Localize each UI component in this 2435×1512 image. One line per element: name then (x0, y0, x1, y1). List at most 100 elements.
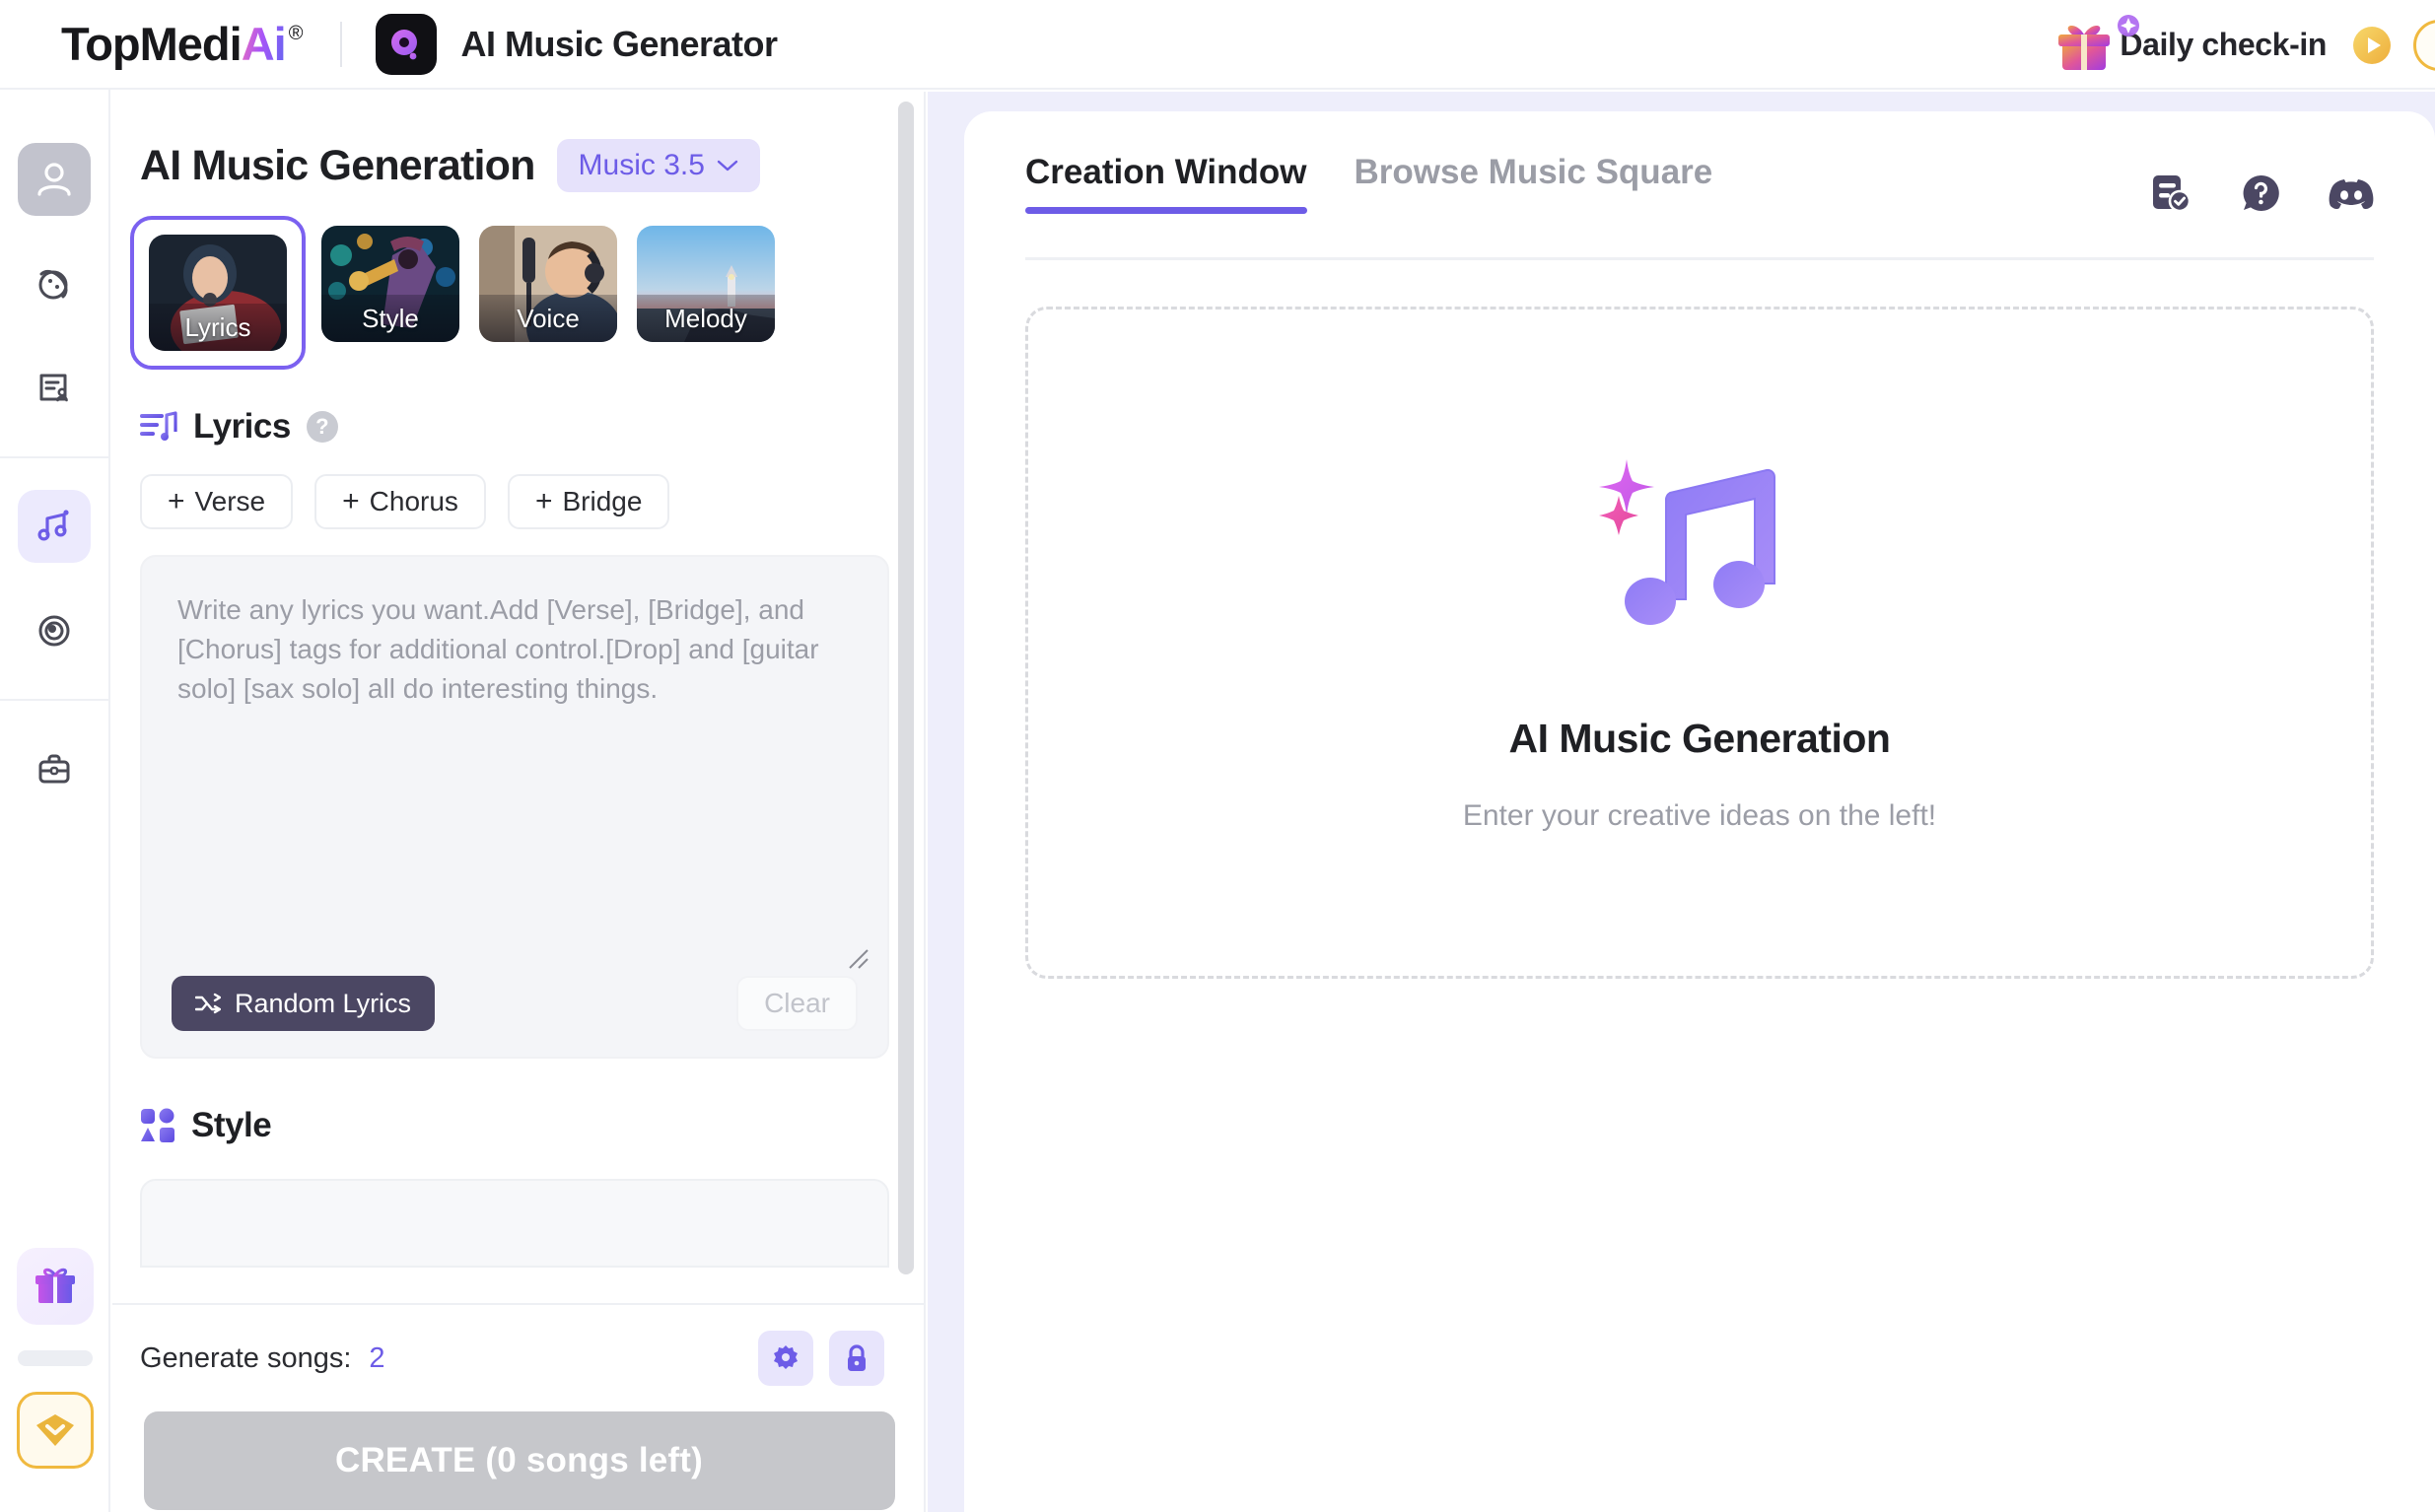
creation-window-card: Creation Window Browse Music Square AI M… (964, 111, 2435, 1512)
model-selector[interactable]: Music 3.5 (556, 139, 760, 192)
add-chorus-button[interactable]: + Chorus (314, 474, 486, 529)
add-chorus-label: Chorus (369, 486, 458, 516)
mode-thumb-voice[interactable]: Voice (479, 226, 617, 342)
mode-thumb-lyrics-label: Lyrics (149, 304, 287, 351)
add-verse-button[interactable]: + Verse (140, 474, 294, 529)
lyrics-section-header: Lyrics ? (140, 407, 924, 447)
discord-icon (2329, 179, 2374, 210)
lyrics-card-footer: Random Lyrics Clear (142, 976, 887, 1057)
mode-thumb-lyrics[interactable]: Lyrics (130, 216, 306, 370)
random-lyrics-label: Random Lyrics (235, 988, 412, 1018)
daily-checkin-label: Daily check-in (2120, 27, 2327, 62)
rewards-button[interactable] (17, 1248, 94, 1325)
add-bridge-label: Bridge (562, 486, 643, 516)
gift-box-icon (35, 1268, 75, 1303)
sidebar-item-account[interactable] (18, 143, 91, 216)
style-section-title: Style (191, 1106, 272, 1144)
generate-songs-count: 2 (369, 1341, 385, 1374)
app-title: AI Music Generator (460, 23, 778, 64)
add-bridge-plus: + (534, 485, 553, 517)
collapse-handle[interactable] (18, 1350, 93, 1366)
rail-divider-2 (0, 699, 110, 701)
rail-bottom-group (0, 1248, 110, 1469)
left-icon-rail (0, 90, 110, 1512)
sidebar-item-explore[interactable] (18, 247, 91, 320)
sidebar-item-workspace[interactable] (18, 732, 91, 805)
help-button[interactable] (2240, 172, 2281, 214)
empty-state-title: AI Music Generation (1508, 715, 1891, 761)
edge-avatar-partial[interactable] (2413, 19, 2435, 71)
right-workspace-area: Creation Window Browse Music Square AI M… (928, 92, 2435, 1512)
mode-thumb-style[interactable]: Style (321, 226, 459, 342)
lock-icon (848, 1344, 866, 1371)
add-chorus-plus: + (342, 485, 360, 517)
top-header-bar: TopMediAi ® AI Music Generator Daily che… (0, 0, 2435, 90)
rail-divider-1 (0, 456, 110, 458)
settings-button[interactable] (758, 1331, 813, 1386)
mode-thumb-melody[interactable]: Melody (637, 226, 775, 342)
add-bridge-button[interactable]: + Bridge (507, 474, 670, 529)
task-list-button[interactable] (2151, 172, 2192, 214)
left-creation-panel: AI Music Generation Music 3.5 Lyrics Sty… (112, 92, 926, 1512)
diamond-icon (36, 1414, 74, 1446)
lyrics-tag-buttons: + Verse + Chorus + Bridge (140, 474, 924, 529)
lyrics-help-icon[interactable]: ? (306, 411, 338, 443)
planet-icon (38, 270, 68, 300)
music-note-sparkle-icon (1599, 458, 1776, 625)
header-divider (340, 21, 343, 67)
task-list-check-icon (2153, 175, 2192, 213)
sidebar-item-documents[interactable] (18, 352, 91, 425)
model-selector-label: Music 3.5 (578, 149, 705, 181)
app-icon (376, 13, 438, 75)
random-lyrics-button[interactable]: Random Lyrics (172, 976, 436, 1031)
lyrics-input[interactable] (142, 557, 887, 971)
tab-browse-music-square[interactable]: Browse Music Square (1355, 153, 1713, 214)
header-actions: Daily check-in (2052, 0, 2435, 90)
style-input-card[interactable] (140, 1179, 889, 1268)
mode-thumbnail-row: Lyrics Style Voice Melody (130, 216, 924, 370)
left-panel-footer-bar: Generate songs: 2 CREATE (0 songs left) (112, 1303, 924, 1512)
mode-thumb-voice-label: Voice (479, 295, 617, 342)
play-circle-icon[interactable] (2352, 26, 2392, 65)
tabs-underline (1025, 257, 2374, 260)
create-button[interactable]: CREATE (0 songs left) (143, 1411, 895, 1510)
sidebar-item-library[interactable] (18, 594, 91, 667)
vinyl-disc-icon (38, 615, 70, 647)
left-panel-header: AI Music Generation Music 3.5 (140, 139, 924, 192)
add-verse-label: Verse (194, 486, 266, 516)
lyrics-input-card: Random Lyrics Clear (140, 555, 889, 1059)
generate-songs-label: Generate songs: (140, 1341, 352, 1374)
empty-state-subtitle: Enter your creative ideas on the left! (1462, 798, 1937, 832)
brand-logo[interactable]: TopMediAi ® (61, 21, 303, 67)
gift-icon (2058, 25, 2111, 70)
music-note-icon (37, 510, 69, 541)
left-panel-scrollbar[interactable] (898, 102, 914, 1274)
premium-button[interactable] (17, 1392, 94, 1469)
textarea-resize-handle[interactable] (842, 942, 870, 970)
briefcase-icon (38, 754, 70, 784)
brand-logo-text: TopMediAi (61, 18, 287, 70)
sidebar-item-music[interactable] (18, 490, 91, 563)
mode-thumb-style-label: Style (321, 295, 459, 342)
page-title: AI Music Generation (140, 141, 535, 189)
empty-state-container: AI Music Generation Enter your creative … (1025, 307, 2374, 979)
gear-icon (774, 1345, 798, 1369)
daily-checkin-button[interactable]: Daily check-in (2118, 15, 2327, 63)
mode-thumb-melody-label: Melody (637, 295, 775, 342)
lyrics-lines-note-icon (140, 411, 177, 441)
lyrics-section-title: Lyrics (193, 407, 291, 446)
document-user-icon (39, 374, 68, 402)
discord-button[interactable] (2329, 175, 2374, 211)
left-panel-scroll-area: AI Music Generation Music 3.5 Lyrics Sty… (112, 92, 924, 1304)
style-shapes-icon (141, 1108, 174, 1142)
tab-creation-window[interactable]: Creation Window (1025, 153, 1307, 214)
generate-settings-row: Generate songs: 2 (140, 1331, 884, 1386)
clear-lyrics-button[interactable]: Clear (736, 976, 858, 1031)
workspace-icon-actions (2151, 172, 2374, 214)
shuffle-icon (195, 993, 221, 1014)
brand-logo-accent: Ai (241, 18, 287, 70)
help-question-icon (2243, 174, 2279, 211)
brand-registered-mark: ® (288, 23, 304, 44)
chevron-down-icon (717, 160, 738, 172)
lock-button[interactable] (829, 1331, 884, 1386)
